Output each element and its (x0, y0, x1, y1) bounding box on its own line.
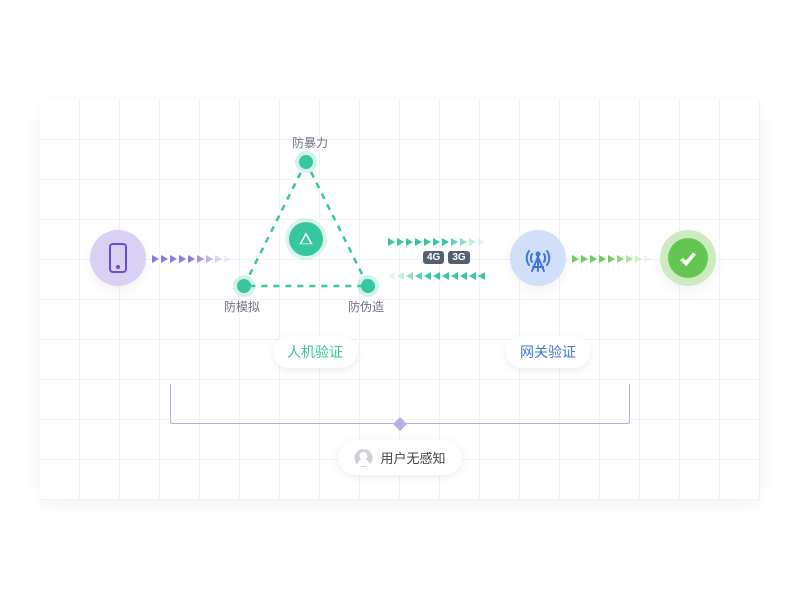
badge-4g: 4G (423, 251, 444, 264)
caption-gateway-verify: 网关验证 (506, 336, 590, 368)
tri-node-left (237, 279, 251, 293)
arrows-gateway-to-success (572, 253, 651, 265)
network-badges: 4G 3G (423, 251, 470, 264)
arrows-phone-to-verify (152, 253, 231, 265)
user-unaware-pill: 用户无感知 (338, 440, 461, 475)
diagram-stage: 防暴力 防模拟 防伪造 4G 3G (40, 100, 760, 500)
phone-node (90, 230, 146, 286)
tri-label-top: 防暴力 (292, 134, 328, 151)
phone-icon (109, 243, 127, 273)
badge-3g: 3G (448, 251, 469, 264)
tri-label-left: 防模拟 (224, 298, 260, 315)
caption-human-verify: 人机验证 (273, 336, 357, 368)
gateway-node (510, 230, 566, 286)
arrows-verify-to-gateway (388, 236, 485, 248)
user-icon (354, 449, 372, 467)
user-unaware-label: 用户无感知 (380, 448, 445, 467)
check-icon (668, 238, 708, 278)
human-verify-triangle: 防暴力 防模拟 防伪造 (226, 148, 386, 308)
success-node (660, 230, 716, 286)
tri-node-top (299, 155, 313, 169)
scope-bracket (170, 384, 630, 424)
antenna-icon (523, 243, 553, 273)
tri-label-right: 防伪造 (348, 298, 384, 315)
arrows-gateway-to-verify (388, 270, 485, 282)
tri-node-right (361, 279, 375, 293)
shield-triangle-icon (289, 222, 323, 256)
